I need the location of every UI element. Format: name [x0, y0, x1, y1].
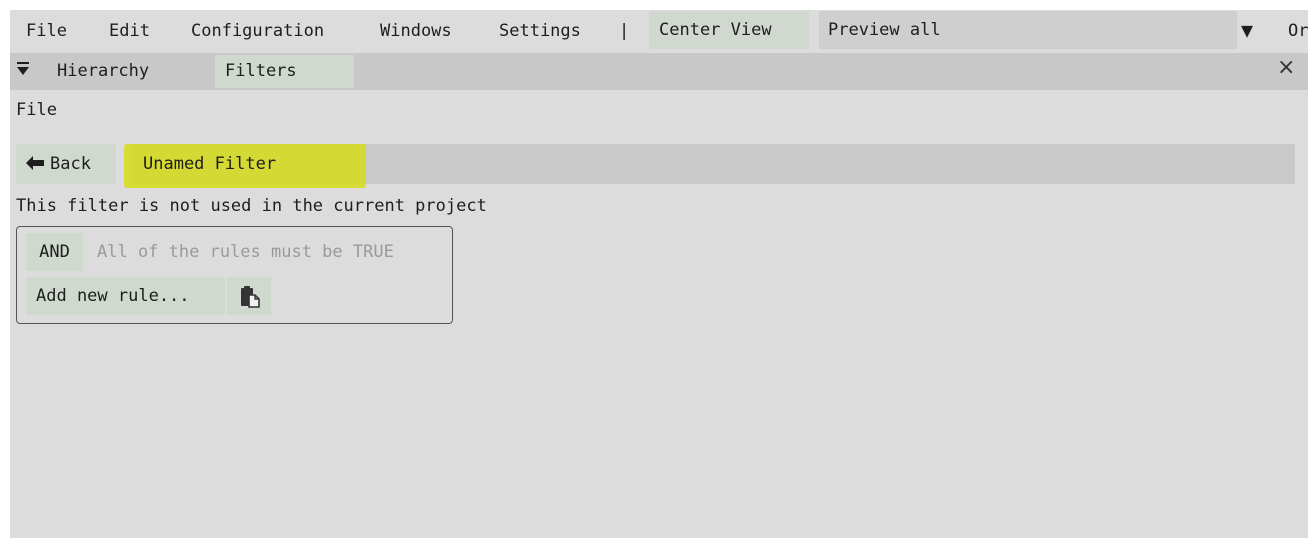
- menu-configuration[interactable]: Configuration: [191, 21, 324, 41]
- usage-info-text: This filter is not used in the current p…: [16, 196, 487, 216]
- tab-filters[interactable]: Filters: [215, 55, 354, 88]
- section-label: File: [16, 100, 57, 120]
- dropdown-arrow-icon[interactable]: ▼: [1241, 18, 1253, 42]
- menu-file[interactable]: File: [26, 21, 67, 41]
- paste-icon: [241, 286, 260, 308]
- triangle-down-icon: [17, 62, 29, 75]
- collapse-icon[interactable]: [16, 60, 30, 83]
- operator-description: All of the rules must be TRUE: [97, 242, 394, 262]
- menu-settings[interactable]: Settings: [499, 21, 581, 41]
- menu-bar: File Edit Configuration Windows Settings…: [10, 10, 1308, 53]
- menu-windows[interactable]: Windows: [380, 21, 452, 41]
- paste-button[interactable]: [227, 277, 271, 315]
- rule-group: AND All of the rules must be TRUE Add ne…: [16, 226, 453, 324]
- menu-edit[interactable]: Edit: [109, 21, 150, 41]
- tab-hierarchy[interactable]: Hierarchy: [47, 55, 207, 88]
- tab-bar: Hierarchy Filters ×: [10, 53, 1308, 90]
- preview-select[interactable]: Preview all: [819, 11, 1237, 49]
- close-icon[interactable]: ×: [1277, 55, 1295, 80]
- add-rule-button[interactable]: Add new rule...: [26, 277, 225, 315]
- operator-button[interactable]: AND: [26, 233, 83, 271]
- back-button[interactable]: Back: [16, 144, 116, 184]
- app-window: File Edit Configuration Windows Settings…: [10, 10, 1308, 538]
- center-view-button[interactable]: Center View: [649, 11, 809, 49]
- back-button-label: Back: [50, 154, 91, 174]
- arrow-left-icon: [26, 156, 44, 170]
- filter-name-input[interactable]: Unamed Filter: [143, 154, 276, 174]
- menu-clipped-item[interactable]: Or: [1288, 21, 1308, 41]
- menu-separator: |: [619, 21, 630, 41]
